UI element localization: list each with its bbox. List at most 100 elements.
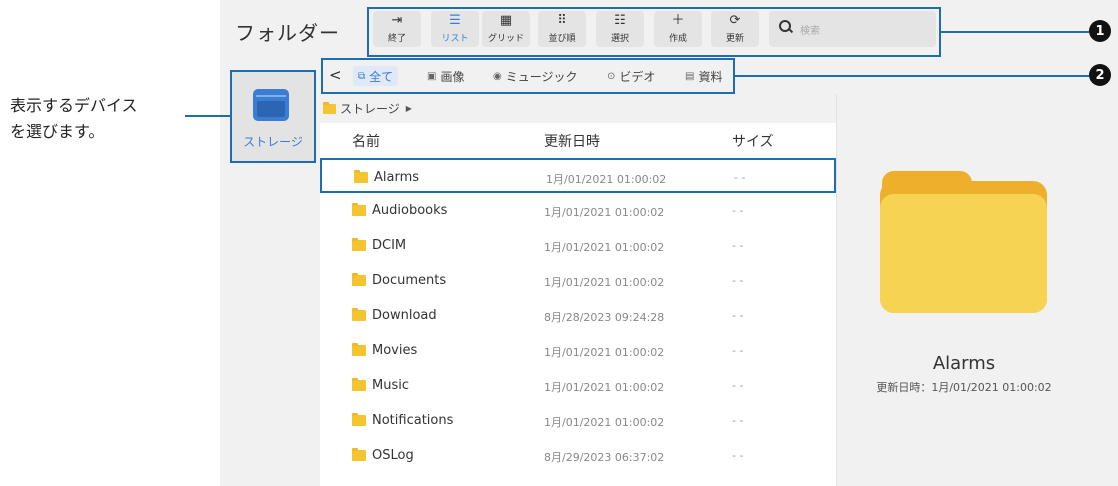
row-size: - - [732, 449, 744, 462]
tab-all[interactable]: ⧉ 全て [353, 66, 399, 86]
row-date: 1月/01/2021 01:00:02 [544, 346, 665, 359]
row-size: - - [732, 204, 744, 217]
table-row[interactable]: Documents 1月/01/2021 01:00:02 - - [320, 263, 836, 298]
column-header-name[interactable]: 名前 [352, 131, 380, 151]
row-size: - - [734, 171, 746, 184]
file-list: 名前 更新日時 サイズ Alarms 1月/01/2021 01:00:02 -… [320, 123, 836, 486]
list-view-button[interactable]: ☰ リスト [431, 11, 479, 47]
annotation-line-1: 表示するデバイス [10, 96, 138, 115]
row-size: - - [732, 414, 744, 427]
grid-icon: ▦ [499, 13, 513, 28]
sort-icon: ⠿ [557, 13, 567, 28]
folder-icon [352, 308, 366, 321]
row-date: 1月/01/2021 01:00:02 [544, 206, 665, 219]
breadcrumb-label: ストレージ [340, 102, 400, 116]
row-size: - - [732, 309, 744, 322]
select-icon: ☷ [614, 13, 626, 28]
folder-icon [352, 203, 366, 216]
table-row[interactable]: Alarms 1月/01/2021 01:00:02 - - [320, 158, 836, 193]
folder-icon [352, 273, 366, 286]
search-input[interactable]: 検索 [769, 11, 936, 47]
row-name: Music [372, 378, 409, 393]
sort-button[interactable]: ⠿ 並び順 [538, 11, 586, 47]
tab-images[interactable]: ▣ 画像 [427, 66, 464, 86]
tab-video[interactable]: ⊙ ビデオ [607, 66, 655, 86]
row-name: Audiobooks [372, 203, 448, 218]
table-row[interactable]: Notifications 1月/01/2021 01:00:02 - - [320, 403, 836, 438]
tab-documents-label: 資料 [698, 69, 723, 84]
row-date: 1月/01/2021 01:00:02 [546, 173, 667, 186]
filter-tabs: < ⧉ 全て ▣ 画像 ◉ ミュージック ⊙ ビデオ ▤ 資料 [321, 58, 735, 94]
table-row[interactable]: Audiobooks 1月/01/2021 01:00:02 - - [320, 193, 836, 228]
column-header-size[interactable]: サイズ [732, 131, 774, 151]
select-label: 選択 [610, 34, 629, 44]
table-row[interactable]: OSLog 8月/29/2023 06:37:02 - - [320, 438, 836, 473]
list-label: リスト [441, 34, 469, 44]
tab-documents[interactable]: ▤ 資料 [685, 66, 722, 86]
table-row[interactable]: DCIM 1月/01/2021 01:00:02 - - [320, 228, 836, 263]
column-header-date[interactable]: 更新日時 [544, 131, 600, 151]
create-icon: ＋ [671, 13, 685, 28]
caret-right-icon: ▶ [405, 104, 412, 113]
table-row[interactable]: Download 8月/28/2023 09:24:28 - - [320, 298, 836, 333]
folder-icon [352, 413, 366, 426]
callout-1-badge: 1 [1089, 20, 1111, 42]
list-icon: ☰ [449, 13, 461, 28]
row-date: 1月/01/2021 01:00:02 [544, 416, 665, 429]
preview-name: Alarms [932, 353, 996, 374]
row-size: - - [732, 379, 744, 392]
refresh-icon: ⟳ [729, 13, 741, 28]
table-row[interactable]: Music 1月/01/2021 01:00:02 - - [320, 368, 836, 403]
page-title: フォルダー [235, 21, 340, 45]
storage-label: ストレージ [243, 135, 303, 149]
folder-icon [352, 238, 366, 251]
exit-label: 終了 [387, 34, 406, 44]
storage-device-button[interactable]: ストレージ [230, 70, 316, 163]
create-label: 作成 [668, 34, 687, 44]
image-icon: ▣ [427, 70, 437, 82]
row-size: - - [732, 274, 744, 287]
row-name: DCIM [372, 238, 407, 253]
grid-view-button[interactable]: ▦ グリッド [482, 11, 530, 47]
back-chevron-icon[interactable]: < [329, 66, 342, 84]
callout-2-badge: 2 [1089, 64, 1111, 86]
preview-folder-icon [880, 171, 1047, 313]
row-date: 8月/29/2023 06:37:02 [544, 451, 665, 464]
annotation-text: 表示するデバイス を選びます。 [10, 93, 138, 145]
folder-icon [323, 101, 336, 114]
row-name: Documents [372, 273, 447, 288]
row-date: 8月/28/2023 09:24:28 [544, 311, 665, 324]
row-name: Movies [372, 343, 418, 358]
tab-images-label: 画像 [440, 69, 465, 84]
exit-icon: ⇥ [391, 13, 403, 28]
row-name: OSLog [372, 448, 414, 463]
refresh-label: 更新 [725, 34, 744, 44]
row-name: Download [372, 308, 437, 323]
folder-icon [352, 378, 366, 391]
preview-meta: 更新日時：1月/01/2021 01:00:02 [876, 381, 1052, 394]
storage-icon [253, 89, 289, 121]
folder-icon [352, 343, 366, 356]
row-name: Notifications [372, 413, 454, 428]
row-size: - - [732, 344, 744, 357]
tab-video-label: ビデオ [619, 69, 656, 84]
table-row[interactable]: Movies 1月/01/2021 01:00:02 - - [320, 333, 836, 368]
tab-music-label: ミュージック [505, 69, 578, 84]
preview-divider [836, 94, 837, 486]
tab-music[interactable]: ◉ ミュージック [493, 66, 578, 86]
row-date: 1月/01/2021 01:00:02 [544, 276, 665, 289]
row-size: - - [732, 239, 744, 252]
callout-2-leader [735, 75, 1089, 77]
breadcrumb[interactable]: ストレージ ▶ [323, 100, 412, 117]
select-button[interactable]: ☷ 選択 [596, 11, 644, 47]
row-name: Alarms [374, 170, 420, 185]
folder-icon [354, 170, 368, 183]
search-icon [779, 20, 791, 32]
create-button[interactable]: ＋ 作成 [654, 11, 702, 47]
all-icon: ⧉ [358, 70, 366, 82]
exit-button[interactable]: ⇥ 終了 [373, 11, 421, 47]
annotation-leader [185, 115, 230, 117]
refresh-button[interactable]: ⟳ 更新 [711, 11, 759, 47]
tab-all-label: 全て [369, 69, 394, 84]
document-icon: ▤ [685, 70, 695, 82]
